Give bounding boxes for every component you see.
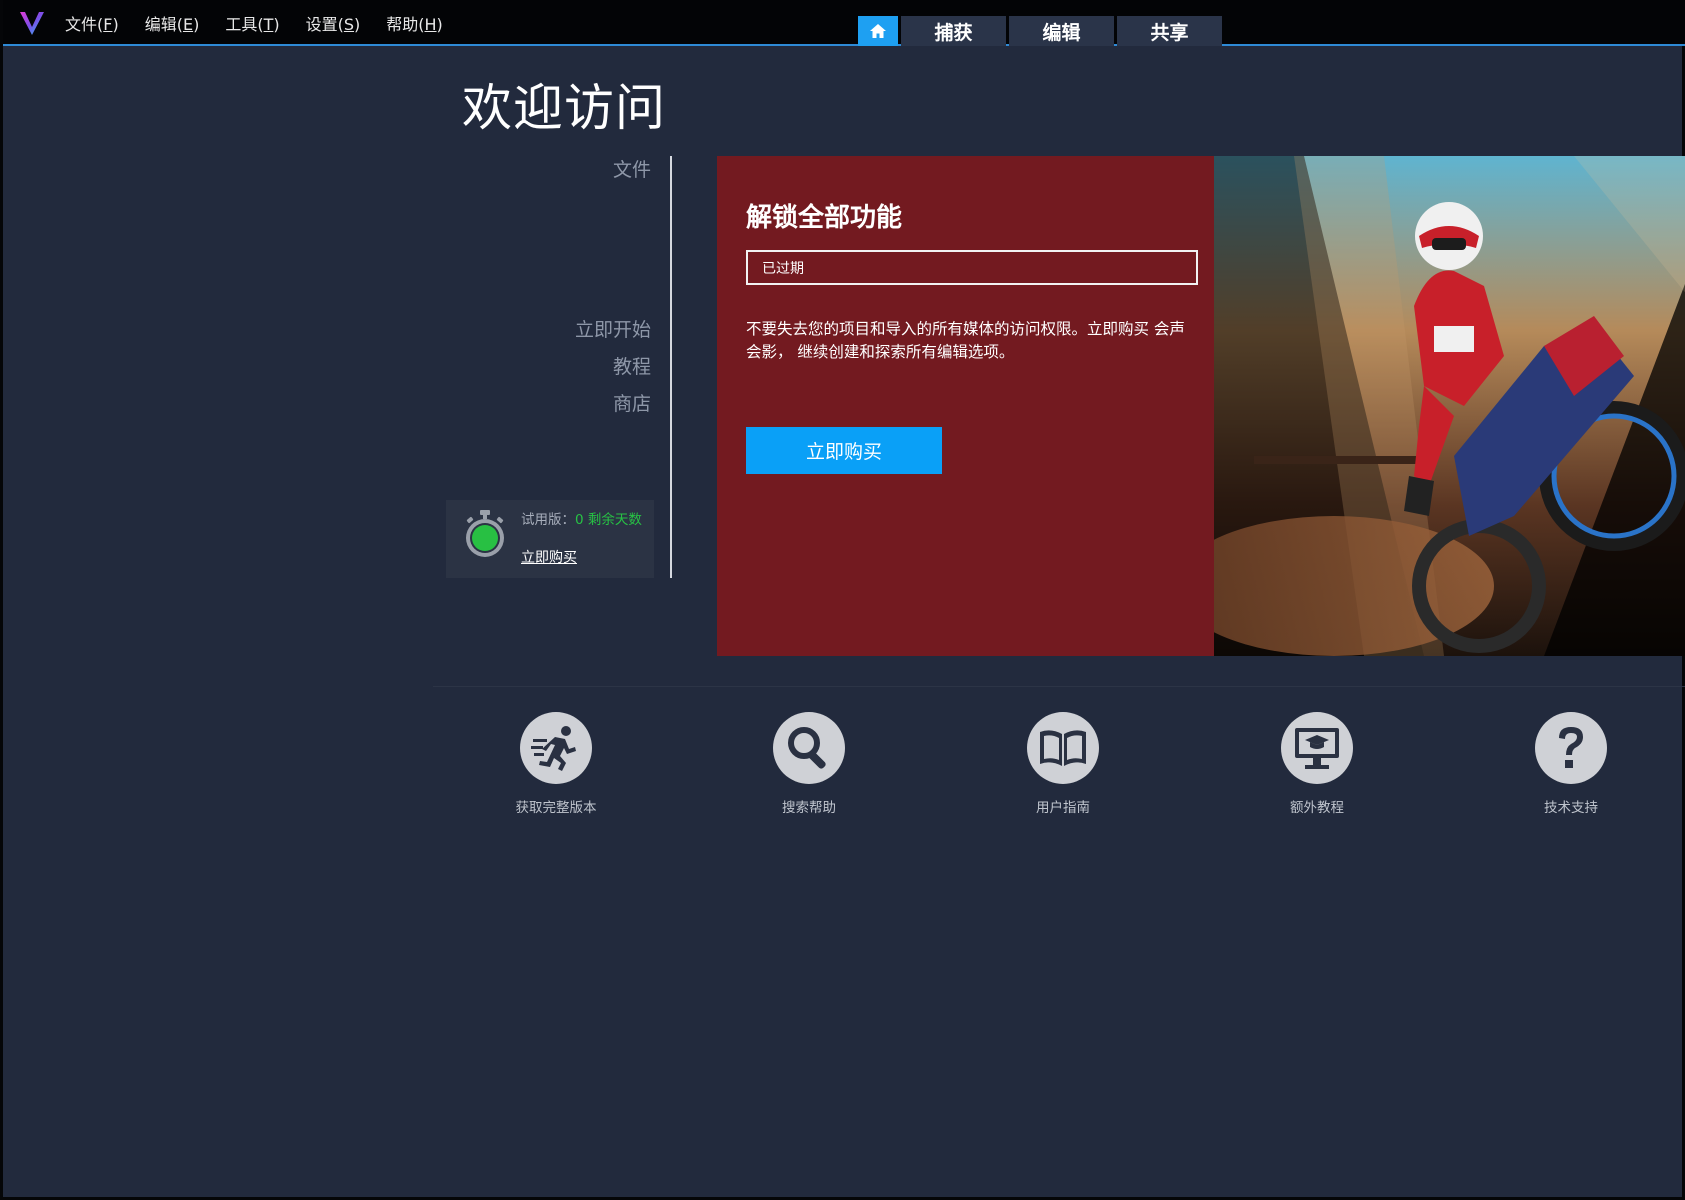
app-window: 文件(F) 编辑(E) 工具(T) 设置(S) 帮助(H) 捕获 编辑 共享 欢… — [0, 0, 1685, 1200]
top-bar: 文件(F) 编辑(E) 工具(T) 设置(S) 帮助(H) 捕获 编辑 共享 — [3, 0, 1685, 46]
trial-status-box: 试用版：0 剩余天数 立即购买 — [446, 500, 654, 578]
tab-edit[interactable]: 编辑 — [1009, 16, 1114, 46]
nav-item-file[interactable]: 文件 — [613, 155, 651, 182]
motocross-photo-image — [1214, 156, 1685, 656]
tab-home[interactable] — [858, 16, 898, 46]
quick-link-label: 用户指南 — [1036, 800, 1090, 816]
quick-link-extra-tutorials[interactable]: 额外教程 — [1237, 712, 1397, 816]
menu-help[interactable]: 帮助(H) — [386, 11, 443, 35]
menu-file[interactable]: 文件(F) — [65, 11, 119, 35]
tab-capture[interactable]: 捕获 — [901, 16, 1006, 46]
quick-link-get-full[interactable]: 获取完整版本 — [476, 712, 636, 816]
unlock-promo-panel: 解锁全部功能 已过期 不要失去您的项目和导入的所有媒体的访问权限。立即购买 会声… — [717, 156, 1214, 656]
trial-text: 试用版：0 剩余天数 — [521, 512, 642, 528]
quick-link-tech-support[interactable]: 技术支持 — [1491, 712, 1651, 816]
expired-status-box: 已过期 — [746, 250, 1198, 285]
promo-heading: 解锁全部功能 — [746, 203, 903, 233]
menu-edit[interactable]: 编辑(E) — [145, 11, 200, 35]
nav-item-tutorial[interactable]: 教程 — [613, 352, 651, 379]
trial-buy-link[interactable]: 立即购买 — [521, 547, 577, 567]
menu-tools[interactable]: 工具(T) — [225, 11, 279, 35]
quick-link-label: 获取完整版本 — [515, 800, 597, 816]
promo-description: 不要失去您的项目和导入的所有媒体的访问权限。立即购买 会声会影， 继续创建和探索… — [746, 320, 1185, 361]
quick-link-user-guide[interactable]: 用户指南 — [983, 712, 1143, 816]
quick-link-search-help[interactable]: 搜索帮助 — [729, 712, 889, 816]
promo-photo — [1214, 156, 1685, 656]
quick-link-label: 额外教程 — [1290, 800, 1344, 816]
tab-share[interactable]: 共享 — [1117, 16, 1222, 46]
nav-item-store[interactable]: 商店 — [613, 389, 651, 416]
app-logo-icon — [20, 12, 44, 35]
menu-settings[interactable]: 设置(S) — [306, 11, 361, 35]
monitor-graduation-icon — [1281, 712, 1353, 784]
home-icon — [870, 24, 886, 38]
book-icon — [1027, 712, 1099, 784]
runner-icon — [520, 712, 592, 784]
quick-link-label: 搜索帮助 — [782, 800, 836, 816]
question-icon — [1535, 712, 1607, 784]
quick-link-label: 技术支持 — [1544, 800, 1598, 816]
workspace-tabs: 捕获 编辑 共享 — [858, 16, 1225, 46]
nav-item-start[interactable]: 立即开始 — [575, 315, 651, 342]
stopwatch-icon — [466, 510, 504, 557]
menu-bar: 文件(F) 编辑(E) 工具(T) 设置(S) 帮助(H) — [65, 0, 469, 46]
nav-divider — [670, 156, 672, 578]
section-divider — [433, 686, 1685, 687]
search-icon — [773, 712, 845, 784]
buy-now-button[interactable]: 立即购买 — [746, 427, 942, 474]
page-title: 欢迎访问 — [462, 79, 666, 137]
